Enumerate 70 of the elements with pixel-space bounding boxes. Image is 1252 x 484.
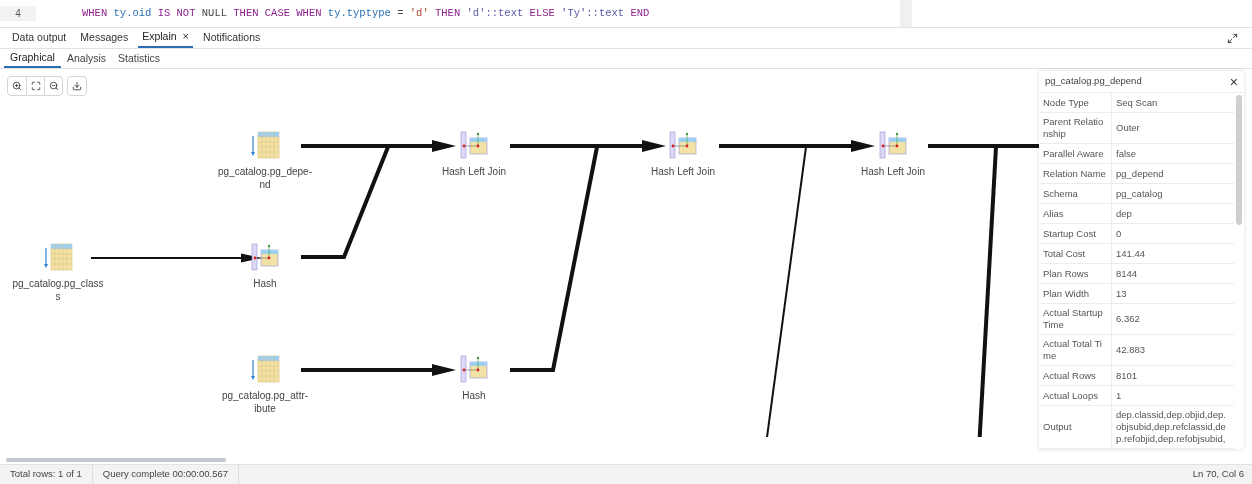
download-button[interactable] — [67, 76, 87, 96]
property-name: Parallel Aware — [1039, 144, 1112, 163]
table-scan-icon — [250, 130, 280, 160]
property-value: pg_depend — [1115, 166, 1165, 181]
property-name: Actual Startup Time — [1039, 304, 1112, 334]
property-value: Outer — [1115, 121, 1141, 135]
node-label: pg_catalog.pg_attr- ibute — [221, 389, 309, 415]
fit-icon — [30, 81, 41, 91]
download-icon — [72, 81, 82, 91]
property-value: 13 — [1115, 286, 1128, 301]
property-name: Actual Rows — [1039, 366, 1112, 385]
node-label: Hash — [462, 389, 486, 402]
view-tab[interactable]: Graphical — [4, 49, 61, 68]
property-name: Actual Loops — [1039, 386, 1112, 405]
close-button[interactable]: × — [1229, 74, 1238, 89]
view-tab[interactable]: Statistics — [112, 49, 167, 68]
row-count: Total rows: 1 of 1 — [0, 465, 93, 484]
property-name: Relation Name — [1039, 164, 1112, 183]
view-tab[interactable]: Analysis — [60, 49, 113, 68]
property-value: dep.classid,dep.objid,dep.objsubid,dep.refclassid,dep.refobjid,dep.refobjsubid, — [1115, 408, 1227, 446]
result-tab[interactable]: Messages — [80, 29, 129, 46]
property-value: 8101 — [1115, 368, 1139, 383]
property-name: Parent Relationship — [1039, 113, 1112, 143]
node-label: Hash Left Join — [442, 165, 506, 178]
hash-join-icon — [251, 242, 279, 272]
property-value: 1 — [1115, 388, 1123, 403]
property-name: Total Cost — [1039, 244, 1112, 263]
property-value: Seq Scan — [1115, 95, 1159, 110]
property-name: Plan Width — [1039, 284, 1112, 303]
result-tab[interactable]: Notifications — [203, 29, 261, 46]
property-name: Alias — [1039, 204, 1112, 223]
hash-join-icon — [460, 354, 488, 384]
zoom-out-icon — [48, 81, 59, 91]
property-value: pg_catalog — [1115, 186, 1164, 201]
property-value: false — [1115, 146, 1138, 161]
result-tab[interactable]: Explain — [142, 28, 177, 45]
query-status: Query complete 00:00:00.567 — [92, 465, 239, 484]
zoom-in-icon — [12, 81, 22, 91]
hash-join-icon — [879, 130, 907, 160]
hash-join-icon — [669, 130, 697, 160]
node-label: pg_catalog.pg_depe- nd — [218, 165, 312, 191]
panel-scrollbar[interactable] — [1236, 95, 1242, 225]
property-name: Startup Cost — [1039, 224, 1112, 243]
cursor-position: Ln 70, Col 6 — [1192, 467, 1245, 482]
property-value: dep — [1115, 206, 1133, 221]
table-scan-icon — [250, 354, 280, 384]
node-label: Hash — [253, 277, 277, 290]
property-name: Output — [1039, 406, 1112, 448]
line-number: 4 — [0, 6, 36, 21]
close-tab-button[interactable]: × — [182, 31, 190, 42]
panel-title: pg_catalog.pg_depend — [1045, 74, 1142, 89]
property-name: Plan Rows — [1039, 264, 1112, 283]
horizontal-scrollbar[interactable] — [6, 458, 226, 462]
property-value: 141.44 — [1115, 246, 1147, 261]
editor-scrollbar[interactable] — [900, 0, 912, 27]
expand-icon[interactable] — [1227, 33, 1238, 44]
property-name: Node Type — [1039, 93, 1112, 112]
property-value: 6.362 — [1115, 312, 1141, 326]
table-scan-icon — [43, 242, 73, 272]
node-label: Hash Left Join — [651, 165, 715, 178]
property-value: 8144 — [1115, 266, 1139, 281]
property-name: Schema — [1039, 184, 1112, 203]
node-label: pg_catalog.pg_class s — [12, 277, 104, 303]
property-name: Actual Total Time — [1039, 335, 1112, 365]
property-value: 0 — [1115, 226, 1123, 241]
code-line: WHEN ty.oid IS NOT NULL THEN CASE WHEN ty.typtype = 'd' THEN 'd'::text ELSE 'Ty'::text END — [82, 5, 650, 21]
hash-join-icon — [460, 130, 488, 160]
property-value: 42.883 — [1115, 343, 1147, 357]
node-label: Hash Left Join — [861, 165, 925, 178]
result-tab[interactable]: Data output — [12, 29, 67, 46]
